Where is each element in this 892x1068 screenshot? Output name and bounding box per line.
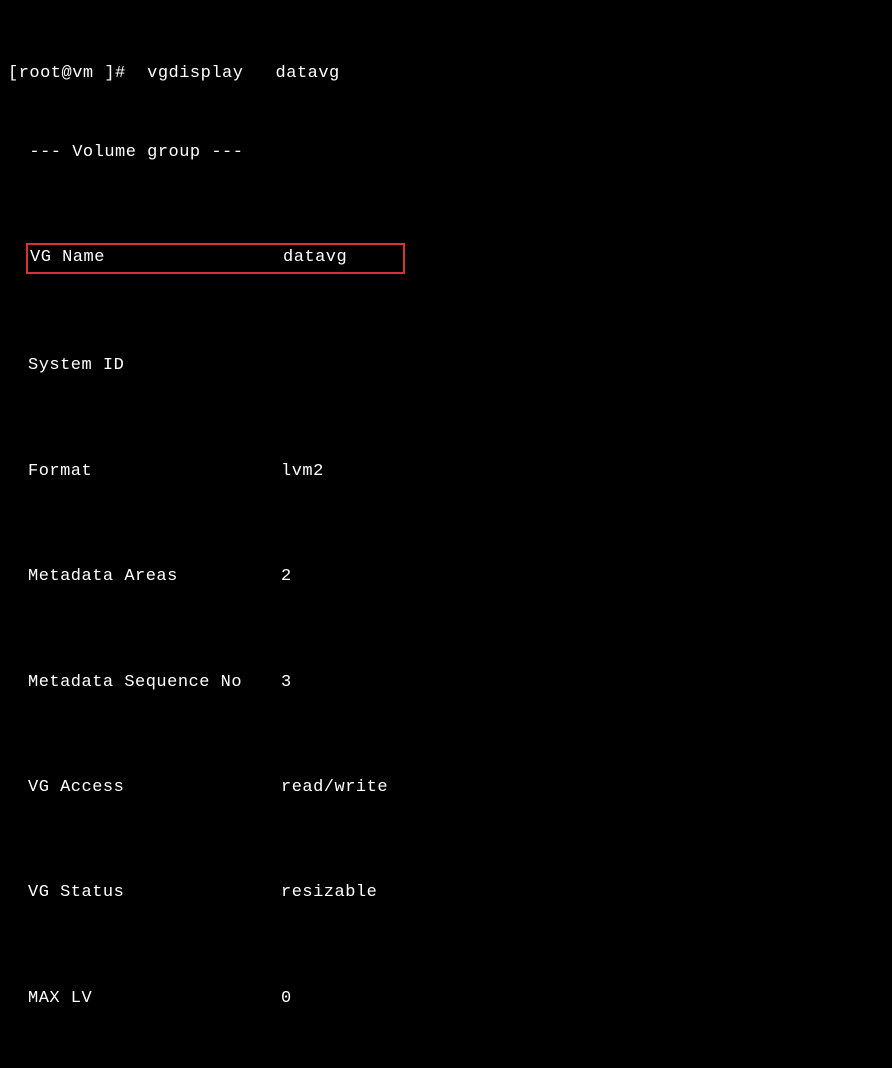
label-system-id: System ID [28, 353, 281, 379]
row-max-lv: MAX LV0 [8, 986, 892, 1012]
row-metadata-seq: Metadata Sequence No3 [8, 670, 892, 696]
row-vg-access: VG Accessread/write [8, 775, 892, 801]
header-line: --- Volume group --- [8, 140, 892, 166]
prompt-line: [root@vm ]# vgdisplay datavg [8, 61, 892, 87]
label-metadata-areas: Metadata Areas [28, 564, 281, 590]
value-metadata-seq: 3 [281, 670, 292, 696]
row-metadata-areas: Metadata Areas2 [8, 564, 892, 590]
row-format: Formatlvm2 [8, 459, 892, 485]
label-max-lv: MAX LV [28, 986, 281, 1012]
value-metadata-areas: 2 [281, 564, 292, 590]
label-metadata-seq: Metadata Sequence No [28, 670, 281, 696]
value-format: lvm2 [281, 459, 324, 485]
prompt-command: vgdisplay datavg [126, 64, 340, 83]
label-format: Format [28, 459, 281, 485]
value-vg-status: resizable [281, 880, 377, 906]
terminal-output: [root@vm ]# vgdisplay datavg --- Volume … [8, 8, 892, 1068]
label-vg-status: VG Status [28, 880, 281, 906]
row-vg-name: VG Namedatavg [8, 245, 892, 274]
row-system-id: System ID [8, 353, 892, 379]
value-vg-name: datavg [283, 245, 403, 271]
highlight-vg-name: VG Namedatavg [26, 243, 405, 274]
value-max-lv: 0 [281, 986, 292, 1012]
label-vg-access: VG Access [28, 775, 281, 801]
row-vg-status: VG Statusresizable [8, 880, 892, 906]
value-vg-access: read/write [281, 775, 388, 801]
label-vg-name: VG Name [30, 245, 283, 271]
prompt-userhost: [root@vm ]# [8, 64, 126, 83]
